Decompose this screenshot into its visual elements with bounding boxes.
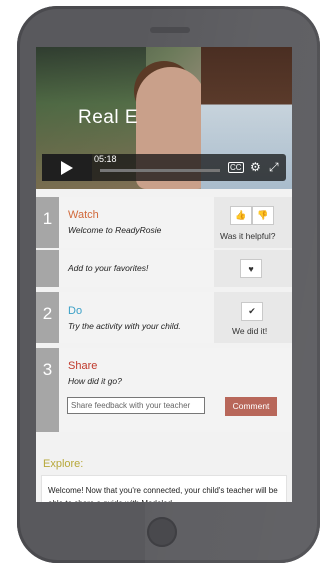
cc-icon[interactable]: CC [228, 162, 244, 173]
step-number: 3 [36, 348, 59, 432]
favorites-spacer [36, 250, 59, 287]
play-button[interactable] [42, 154, 92, 181]
video-progress-bar[interactable] [100, 169, 220, 172]
did-it-panel: ✔ We did it! [214, 292, 292, 343]
thumbs-up-button[interactable]: 👍 [230, 206, 252, 225]
explore-text: Welcome! Now that you're connected, your… [48, 486, 278, 502]
step-number: 1 [36, 197, 59, 248]
explore-title: Explore: [43, 458, 84, 470]
video-time: 05:18 [94, 154, 117, 164]
favorites-row: Add to your favorites! ♥ [36, 250, 292, 287]
video-player[interactable]: Real E 05:18 CC ⚙ ⤢ [36, 47, 292, 189]
step-watch: 1 Watch Welcome to ReadyRosie 👍 👎 Was it… [36, 197, 292, 248]
check-icon: ✔ [248, 306, 256, 316]
step-number: 2 [36, 292, 59, 343]
helpful-label: Was it helpful? [220, 231, 276, 241]
favorites-content: Add to your favorites! [59, 250, 214, 287]
video-controls: 05:18 CC ⚙ ⤢ [42, 154, 286, 181]
step-title: Watch [68, 209, 99, 221]
step-title: Share [68, 360, 98, 372]
fullscreen-icon[interactable]: ⤢ [269, 160, 279, 174]
phone-speaker [150, 27, 190, 33]
step-share: 3 Share How did it go? Share feedback wi… [36, 348, 292, 432]
gear-icon[interactable]: ⚙ [250, 160, 261, 174]
feedback-input[interactable]: Share feedback with your teacher [67, 397, 205, 414]
step-do: 2 Do Try the activity with your child. ✔… [36, 292, 292, 343]
step-do-content: Do Try the activity with your child. [59, 292, 214, 343]
did-it-button[interactable]: ✔ [241, 302, 263, 321]
play-icon [61, 160, 73, 175]
video-title: Real E [78, 107, 139, 128]
home-button[interactable] [147, 517, 177, 547]
step-share-content: Share How did it go? Share feedback with… [59, 348, 292, 432]
thumbs-down-icon: 👎 [257, 210, 269, 220]
comment-button[interactable]: Comment [225, 397, 277, 416]
explore-card: Welcome! Now that you're connected, your… [41, 475, 287, 502]
helpful-panel: 👍 👎 Was it helpful? [214, 197, 292, 248]
favorite-button[interactable]: ♥ [240, 259, 262, 278]
did-it-label: We did it! [232, 326, 268, 336]
favorites-panel: ♥ [214, 250, 292, 287]
step-watch-content: Watch Welcome to ReadyRosie [59, 197, 214, 248]
favorites-label: Add to your favorites! [68, 263, 149, 273]
thumbs-up-icon: 👍 [235, 210, 247, 220]
thumbs-down-button[interactable]: 👎 [252, 206, 274, 225]
step-title: Do [68, 305, 83, 317]
heart-icon: ♥ [248, 263, 254, 274]
share-prompt: How did it go? [68, 376, 122, 386]
step-description: Welcome to ReadyRosie [68, 225, 162, 235]
step-description: Try the activity with your child. [68, 321, 181, 331]
phone-screen: Real E 05:18 CC ⚙ ⤢ 1 Watch Welcome to R… [36, 47, 292, 502]
